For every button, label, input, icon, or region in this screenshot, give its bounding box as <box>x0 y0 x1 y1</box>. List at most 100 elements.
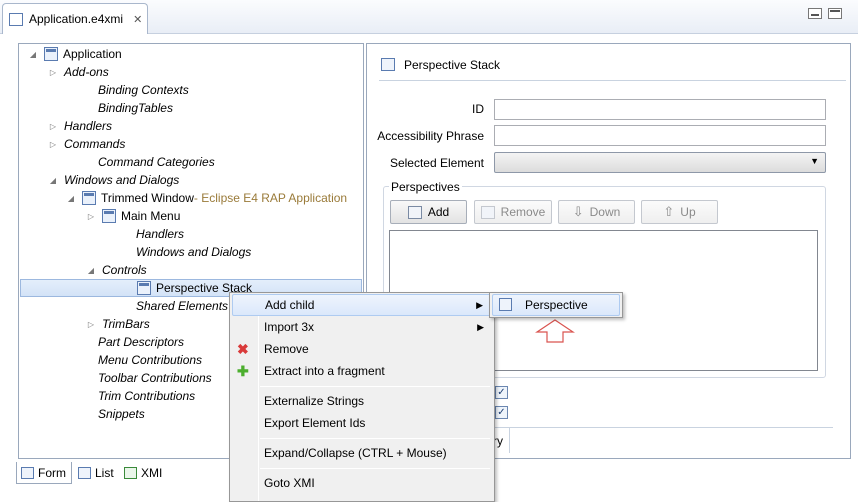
form-icon <box>21 466 34 479</box>
up-button[interactable]: ⇧ Up <box>641 200 718 224</box>
submenu-item-label: Perspective <box>525 298 588 312</box>
tree-item-label: Toolbar Contributions <box>98 371 212 385</box>
submenu-item-perspective[interactable]: Perspective <box>492 294 620 316</box>
tree-item[interactable]: Toolbar Contributions <box>98 369 212 387</box>
maximize-icon[interactable] <box>828 8 842 19</box>
xmi-tree-icon <box>124 467 137 479</box>
tree-item-label: Trim Contributions <box>98 389 196 403</box>
tree-item[interactable]: ◢ Application <box>28 45 122 63</box>
tree-item-label: Windows and Dialogs <box>136 245 252 259</box>
tab-form-label: Form <box>38 465 66 480</box>
remove-button[interactable]: Remove <box>474 200 552 224</box>
remove-item-icon <box>480 205 495 219</box>
tree-item[interactable]: ◢ Controls <box>86 261 147 279</box>
collapsed-arrow-icon[interactable]: ▷ <box>86 320 96 329</box>
menu-item-externalize-strings[interactable]: Externalize Strings <box>232 390 492 412</box>
tree-item[interactable]: Menu Contributions <box>98 351 202 369</box>
accessibility-phrase-field[interactable] <box>494 125 826 146</box>
arrow-up-icon: ⇧ <box>663 204 675 219</box>
column-divider <box>509 428 510 453</box>
tree-item[interactable]: ▷ Add-ons <box>48 63 109 81</box>
tree-item[interactable]: Part Descriptors <box>98 333 184 351</box>
id-field[interactable] <box>494 99 826 120</box>
tree-item[interactable]: Trim Contributions <box>98 387 195 405</box>
tree-item-label: Menu Contributions <box>98 353 203 367</box>
down-button[interactable]: ⇩ Down <box>558 200 635 224</box>
tree-item-label: Add-ons <box>64 65 109 79</box>
tree-item-label: Commands <box>64 137 126 151</box>
window-icon <box>82 191 96 205</box>
tree-item[interactable]: ▷ TrimBars <box>86 315 150 333</box>
minimize-icon[interactable] <box>808 8 822 19</box>
tree-item[interactable]: ▷ Main Menu <box>86 207 180 225</box>
tree-item[interactable]: ◢ Windows and Dialogs <box>48 171 179 189</box>
menu-item-extract-fragment[interactable]: ✚ Extract into a fragment <box>232 360 492 382</box>
close-icon[interactable]: ✕ <box>133 13 142 26</box>
tree-item-label: Binding Contexts <box>98 83 189 97</box>
expanded-arrow-icon[interactable]: ◢ <box>86 266 96 275</box>
menu-item-expand-collapse[interactable]: Expand/Collapse (CTRL + Mouse) <box>232 442 492 464</box>
menu-item-goto-xmi[interactable]: Goto XMI <box>232 472 492 494</box>
tab-list[interactable]: List <box>74 462 118 484</box>
expanded-arrow-icon[interactable]: ◢ <box>28 50 38 59</box>
tree-item-label: Part Descriptors <box>98 335 185 349</box>
tree-item[interactable]: Snippets <box>98 405 145 423</box>
menu-item-label: Import 3x <box>264 320 315 334</box>
tree-item[interactable]: ▷ Handlers <box>48 117 112 135</box>
menu-item-add-child[interactable]: Add child ▶ <box>232 294 492 316</box>
expanded-arrow-icon[interactable]: ◢ <box>48 176 58 185</box>
down-button-label: Down <box>589 205 621 219</box>
tree-item[interactable]: Windows and Dialogs <box>136 243 251 261</box>
remove-icon: ✖ <box>237 340 249 357</box>
tree-item-label: Handlers <box>64 119 113 133</box>
add-child-submenu: Perspective <box>489 292 623 318</box>
menu-item-remove[interactable]: ✖ Remove <box>232 338 492 360</box>
accessibility-phrase-label: Accessibility Phrase <box>377 129 484 143</box>
tree-item[interactable]: ◢ Trimmed Window - Eclipse E4 RAP Applica… <box>66 189 347 207</box>
tab-xmi[interactable]: XMI <box>120 462 168 484</box>
tree-item[interactable]: Shared Elements <box>136 297 228 315</box>
remove-button-label: Remove <box>500 205 546 219</box>
menu-item-label: Expand/Collapse (CTRL + Mouse) <box>264 446 447 460</box>
collapsed-arrow-icon[interactable]: ▷ <box>48 68 58 77</box>
add-button[interactable]: Add <box>390 200 467 224</box>
perspectives-label: Perspectives <box>389 180 462 194</box>
tree-item[interactable]: Binding Contexts <box>98 81 189 99</box>
menu-separator <box>260 468 490 469</box>
menu-item-label: Export Element Ids <box>264 416 366 430</box>
selected-element-combo[interactable]: ▼ <box>494 152 826 173</box>
tree-item[interactable]: BindingTables <box>98 99 173 117</box>
collapsed-arrow-icon[interactable]: ▷ <box>48 140 58 149</box>
menu-item-export-element-ids[interactable]: Export Element Ids <box>232 412 492 434</box>
arrow-down-icon: ⇩ <box>572 204 584 219</box>
tree-item[interactable]: Command Categories <box>98 153 215 171</box>
tree-item-label: Snippets <box>98 407 145 421</box>
menu-item-import-3x[interactable]: Import 3x ▶ <box>232 316 492 338</box>
tab-xmi-label: XMI <box>141 466 163 480</box>
collapsed-arrow-icon[interactable]: ▷ <box>48 122 58 131</box>
tree-item-label: Handlers <box>136 227 185 241</box>
extract-icon: ✚ <box>237 362 249 379</box>
add-icon <box>407 205 422 219</box>
checkbox-1[interactable]: ✓ <box>495 386 508 399</box>
selected-element-label: Selected Element <box>389 156 484 170</box>
tab-form[interactable]: Form <box>16 462 72 484</box>
expanded-arrow-icon[interactable]: ◢ <box>66 194 76 203</box>
submenu-arrow-icon: ▶ <box>476 299 483 310</box>
tree-item-label: TrimBars <box>102 317 150 331</box>
chevron-down-icon: ▼ <box>810 156 819 166</box>
tree-item-label: Controls <box>102 263 147 277</box>
menu-icon <box>102 209 116 223</box>
editor-tab-title: Application.e4xmi <box>29 12 124 26</box>
tree-item[interactable]: ▷ Commands <box>48 135 125 153</box>
checkbox-2[interactable]: ✓ <box>495 406 508 419</box>
perspective-icon <box>499 298 512 311</box>
tree-item[interactable]: Handlers <box>136 225 184 243</box>
tree-item-label: Application <box>63 47 122 61</box>
tree-item-label: Main Menu <box>121 209 181 223</box>
title-divider <box>379 80 846 81</box>
bottom-divider <box>494 427 833 428</box>
tree-item-label: Shared Elements <box>136 299 229 313</box>
collapsed-arrow-icon[interactable]: ▷ <box>86 212 96 221</box>
editor-tab-application-e4xmi[interactable]: Application.e4xmi ✕ <box>2 3 148 34</box>
